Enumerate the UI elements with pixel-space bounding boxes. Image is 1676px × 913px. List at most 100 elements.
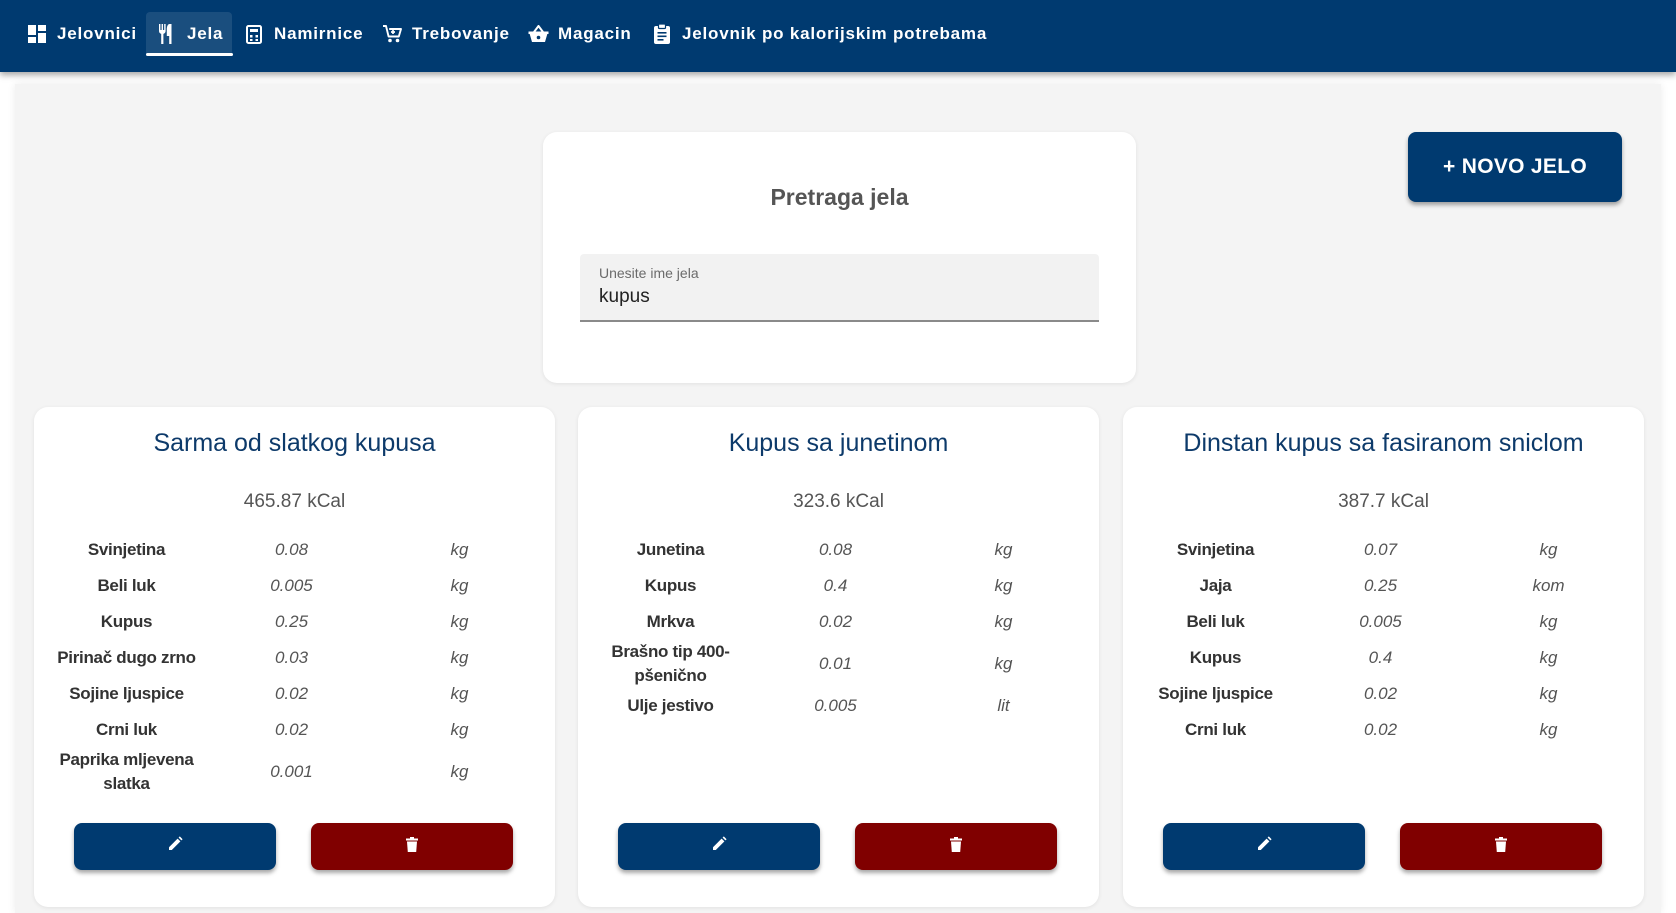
search-card: Pretraga jela Unesite ime jela (543, 132, 1136, 383)
search-field[interactable]: Unesite ime jela (580, 254, 1099, 322)
dashboard-icon (26, 23, 48, 45)
dish-card: Sarma od slatkog kupusa 465.87 kCal Svin… (34, 407, 555, 907)
ingredient-row: Beli luk 0.005 kg (1133, 604, 1634, 640)
ingredient-name: Crni luk (1185, 720, 1246, 739)
ingredient-row: Crni luk 0.02 kg (1133, 712, 1634, 748)
nav-item-trebovanje[interactable]: Trebovanje (381, 14, 510, 54)
trash-icon (950, 836, 962, 857)
ingredient-unit: kg (1539, 684, 1558, 703)
dish-title: Kupus sa junetinom (728, 429, 949, 457)
ingredient-row: Kupus 0.25 kg (44, 604, 545, 640)
nav-item-label: Namirnice (274, 24, 364, 43)
ingredient-row: Kupus 0.4 kg (588, 568, 1089, 604)
ingredient-unit: kg (450, 762, 469, 781)
ingredient-unit: kg (994, 540, 1013, 559)
ingredient-row: Svinjetina 0.08 kg (44, 532, 545, 568)
ingredient-qty: 0.03 (274, 648, 309, 667)
ingredient-qty: 0.08 (274, 540, 309, 559)
ingredients-table: Svinjetina 0.07 kg Jaja 0.25 kom Beli lu… (1133, 532, 1634, 748)
calculator-icon (243, 23, 265, 45)
pencil-icon (1256, 836, 1272, 857)
ingredient-row: Crni luk 0.02 kg (44, 712, 545, 748)
ingredient-unit: kg (994, 576, 1013, 595)
ingredient-row: Svinjetina 0.07 kg (1133, 532, 1634, 568)
nav-item-namirnice[interactable]: Namirnice (243, 14, 363, 54)
ingredient-name: Sojine ljuspice (69, 684, 184, 703)
edit-dish-button[interactable] (1163, 823, 1365, 870)
trash-icon (1495, 836, 1507, 857)
ingredient-unit: kg (450, 540, 469, 559)
ingredient-name: Sojine ljuspice (1158, 684, 1273, 703)
nav-item-label: Magacin (558, 24, 632, 43)
ingredient-qty: 0.25 (1363, 576, 1398, 595)
pencil-icon (711, 836, 727, 857)
ingredient-row: Beli luk 0.005 kg (44, 568, 545, 604)
ingredient-name: Mrkva (646, 612, 695, 631)
ingredient-qty: 0.08 (818, 540, 853, 559)
nav-item-label: Jelovnici (57, 24, 137, 43)
ingredient-name: Kupus (1189, 648, 1242, 667)
ingredient-row: Junetina 0.08 kg (588, 532, 1089, 568)
ingredient-unit: kg (450, 612, 469, 631)
ingredient-row: Sojine ljuspice 0.02 kg (44, 676, 545, 712)
search-field-label: Unesite ime jela (599, 265, 699, 281)
ingredient-qty: 0.25 (274, 612, 309, 631)
search-title: Pretraga jela (770, 184, 909, 210)
nav-item-label: Jela (187, 24, 224, 43)
ingredient-unit: kg (450, 720, 469, 739)
fork-knife-icon (156, 23, 178, 45)
ingredient-name: Paprika mljevena slatka (59, 750, 194, 793)
ingredient-qty: 0.02 (818, 612, 853, 631)
ingredient-name: Kupus (100, 612, 153, 631)
new-dish-button[interactable]: + NOVO JELO (1408, 132, 1622, 202)
nav-item-magacin[interactable]: Magacin (527, 14, 632, 54)
ingredient-qty: 0.4 (823, 576, 848, 595)
ingredient-qty: 0.001 (270, 762, 313, 781)
ingredient-unit: kg (1539, 720, 1558, 739)
ingredient-name: Jaja (1199, 576, 1232, 595)
ingredient-name: Ulje jestivo (627, 696, 714, 715)
ingredient-unit: kg (1539, 612, 1558, 631)
ingredient-unit: kg (450, 684, 469, 703)
ingredient-row: Jaja 0.25 kom (1133, 568, 1634, 604)
ingredient-name: Beli luk (1186, 612, 1245, 631)
delete-dish-button[interactable] (1400, 823, 1602, 870)
nav-item-jelovnik-kalorije[interactable]: Jelovnik po kalorijskim potrebama (651, 14, 987, 54)
basket-icon (527, 23, 549, 45)
dish-title: Sarma od slatkog kupusa (153, 429, 436, 457)
ingredient-name: Svinjetina (87, 540, 166, 559)
ingredient-qty: 0.02 (274, 684, 309, 703)
ingredient-name: Pirinač dugo zrno (57, 648, 196, 667)
ingredient-qty: 0.02 (274, 720, 309, 739)
ingredient-name: Crni luk (96, 720, 157, 739)
nav-item-jelovnici[interactable]: Jelovnici (26, 14, 137, 54)
dish-card: Dinstan kupus sa fasiranom sniclom 387.7… (1123, 407, 1644, 907)
ingredient-row: Ulje jestivo 0.005 lit (588, 688, 1089, 724)
search-input[interactable] (599, 284, 1079, 310)
ingredient-unit: kg (994, 654, 1013, 673)
ingredient-qty: 0.02 (1363, 684, 1398, 703)
trash-icon (406, 836, 418, 857)
ingredient-unit: lit (997, 696, 1010, 715)
ingredient-row: Pirinač dugo zrno 0.03 kg (44, 640, 545, 676)
edit-dish-button[interactable] (618, 823, 820, 870)
ingredient-row: Brašno tip 400-pšenično 0.01 kg (588, 640, 1089, 688)
dish-kcal: 387.7 kCal (1338, 491, 1429, 512)
ingredient-name: Kupus (644, 576, 697, 595)
ingredients-table: Junetina 0.08 kg Kupus 0.4 kg Mrkva 0.02… (588, 532, 1089, 724)
ingredient-row: Mrkva 0.02 kg (588, 604, 1089, 640)
top-nav-bar: Jelovnici Jela Namirnice Trebovanje Maga… (0, 0, 1676, 72)
delete-dish-button[interactable] (311, 823, 513, 870)
ingredient-unit: kg (994, 612, 1013, 631)
ingredient-row: Kupus 0.4 kg (1133, 640, 1634, 676)
dish-kcal: 465.87 kCal (243, 491, 346, 512)
edit-dish-button[interactable] (74, 823, 276, 870)
ingredient-row: Paprika mljevena slatka 0.001 kg (44, 748, 545, 796)
dish-title: Dinstan kupus sa fasiranom sniclom (1183, 429, 1584, 457)
dish-kcal: 323.6 kCal (793, 491, 884, 512)
dish-card: Kupus sa junetinom 323.6 kCal Junetina 0… (578, 407, 1099, 907)
nav-item-jela[interactable]: Jela (145, 14, 234, 56)
ingredient-name: Junetina (636, 540, 705, 559)
delete-dish-button[interactable] (855, 823, 1057, 870)
ingredient-unit: kg (450, 576, 469, 595)
